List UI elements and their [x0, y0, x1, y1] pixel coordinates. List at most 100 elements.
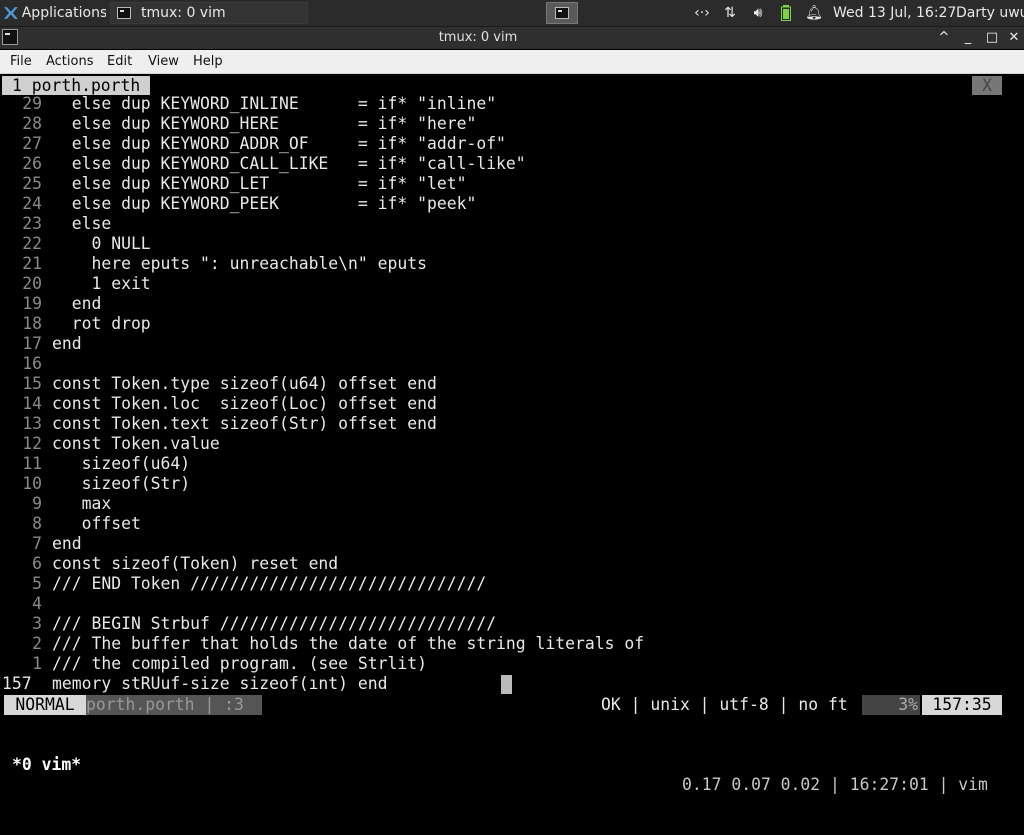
code-line[interactable]: 28 else dup KEYWORD_HERE = if* "here" — [0, 114, 476, 134]
code-line[interactable]: 3 /// BEGIN Strbuf //////////////////////… — [0, 614, 496, 634]
line-number: 9 — [32, 494, 42, 513]
statusline-percent: 3% — [862, 695, 920, 715]
menu-actions[interactable]: Actions — [46, 54, 94, 69]
code-line[interactable]: 8 offset — [0, 514, 141, 534]
line-code: memory stRUuf-size sizeof(ınt) end — [52, 674, 388, 693]
line-number: 19 — [22, 294, 42, 313]
line-number: 17 — [22, 334, 42, 353]
applications-label: Applications — [21, 5, 106, 21]
code-line[interactable]: 18 rot drop — [0, 314, 151, 334]
minimize-button[interactable]: _ — [960, 29, 976, 47]
code-line[interactable]: 12 const Token.value — [0, 434, 220, 454]
clock[interactable]: Wed 13 Jul, 16:27 — [833, 0, 956, 26]
line-number: 16 — [22, 354, 42, 373]
code-line[interactable]: 16 — [0, 354, 52, 374]
network-arrows-icon[interactable]: ‹·› — [694, 5, 710, 21]
line-code: sizeof(Str) — [52, 474, 191, 493]
line-number: 7 — [32, 534, 42, 553]
line-code: end — [52, 334, 82, 353]
code-line[interactable]: 19 end — [0, 294, 101, 314]
statusline-file-segment: porth.porth | :3 — [86, 695, 262, 715]
applications-menu-button[interactable]: Applications — [0, 0, 106, 26]
code-line[interactable]: 11 sizeof(u64) — [0, 454, 190, 474]
code-line[interactable]: 5 /// END Token /////////////////////////… — [0, 574, 486, 594]
line-number: 14 — [22, 394, 42, 413]
code-line[interactable]: 7 end — [0, 534, 81, 554]
code-line[interactable]: 23 else — [0, 214, 111, 234]
menu-view[interactable]: View — [148, 54, 179, 69]
line-code: max — [52, 494, 112, 513]
top-panel: Applications tmux: 0 vim ‹·› ⇅ 🔊︎ 🔔︎ Wed… — [0, 0, 1024, 27]
window-title: tmux: 0 vim — [438, 30, 518, 45]
code-line[interactable]: 4 — [0, 594, 52, 614]
text-cursor — [501, 675, 512, 694]
tmux-window-tab[interactable]: *0 vim* — [12, 755, 81, 775]
taskbar-item-label: tmux: 0 vim — [141, 5, 226, 21]
menu-help[interactable]: Help — [193, 54, 223, 69]
vim-tab-porth[interactable]: 1 porth.porth — [2, 76, 151, 95]
line-code: const Token.type sizeof(u64) offset end — [52, 374, 437, 393]
volume-icon[interactable]: 🔊︎ — [750, 5, 766, 21]
line-number: 21 — [22, 254, 42, 273]
code-line[interactable]: 14 const Token.loc sizeof(Loc) offset end — [0, 394, 437, 414]
notification-bell-icon[interactable]: 🔔︎ — [805, 5, 823, 21]
tmux-status-right: 0.17 0.07 0.02 | 16:27:01 | vim — [682, 775, 988, 794]
line-code: else — [52, 214, 112, 233]
line-number: 3 — [32, 614, 42, 633]
code-line[interactable]: 1 /// the compiled program. (see Strlit) — [0, 654, 427, 674]
line-code: else dup KEYWORD_ADDR_OF = if* "addr-of" — [52, 134, 506, 153]
line-number: 29 — [22, 94, 42, 113]
system-tray: ‹·› ⇅ 🔊︎ 🔔︎ — [694, 0, 823, 26]
code-line[interactable]: 24 else dup KEYWORD_PEEK = if* "peek" — [0, 194, 476, 214]
line-code: const Token.loc sizeof(Loc) offset end — [52, 394, 437, 413]
line-number: 22 — [22, 234, 42, 253]
window-titlebar[interactable]: tmux: 0 vim ^ _ □ ✕ — [0, 27, 1024, 49]
code-line[interactable]: 25 else dup KEYWORD_LET = if* "let" — [0, 174, 466, 194]
menu-file[interactable]: File — [10, 54, 32, 69]
code-line[interactable]: 17 end — [0, 334, 82, 354]
code-line[interactable]: 9 max — [0, 494, 111, 514]
terminal-area[interactable]: 1 porth.porth X 29 else dup KEYWORD_INLI… — [0, 74, 1024, 794]
line-number: 2 — [32, 634, 42, 653]
battery-icon[interactable] — [778, 5, 794, 21]
maximize-button[interactable]: □ — [984, 29, 1000, 47]
code-line[interactable]: 27 else dup KEYWORD_ADDR_OF = if* "addr-… — [0, 134, 506, 154]
code-line[interactable]: 20 1 exit — [0, 274, 151, 294]
statusline-filename: porth.porth — [86, 695, 195, 714]
line-code: /// The buffer that holds the date of th… — [52, 634, 645, 653]
taskbar-item-tmux[interactable]: tmux: 0 vim — [110, 2, 308, 24]
vim-statusline: NORMAL porth.porth | :3 OK | unix | utf-… — [0, 695, 1024, 715]
code-line[interactable]: 29 else dup KEYWORD_INLINE = if* "inline… — [0, 94, 496, 114]
user-menu[interactable]: Darty uwu — [956, 0, 1024, 26]
line-number: 23 — [22, 214, 42, 233]
line-code: rot drop — [52, 314, 151, 333]
line-code: 0 NULL — [52, 234, 151, 253]
code-line[interactable]: 6 const sizeof(Token) reset end — [0, 554, 338, 574]
line-number: 4 — [32, 594, 42, 613]
menu-edit[interactable]: Edit — [107, 54, 132, 69]
line-code: else dup KEYWORD_INLINE = if* "inline" — [52, 94, 497, 113]
code-line[interactable]: 13 const Token.text sizeof(Str) offset en… — [0, 414, 437, 434]
code-line[interactable]: 15 const Token.type sizeof(u64) offset en… — [0, 374, 437, 394]
line-code: const sizeof(Token) reset end — [52, 554, 339, 573]
workspace-terminal-button[interactable] — [546, 2, 578, 24]
code-line[interactable]: 10 sizeof(Str) — [0, 474, 190, 494]
close-button[interactable]: ✕ — [1006, 29, 1022, 47]
terminal-icon — [117, 7, 131, 19]
line-number: 28 — [22, 114, 42, 133]
statusline-fileinfo: OK | unix | utf-8 | no ft — [601, 695, 848, 714]
roll-up-button[interactable]: ^ — [936, 29, 952, 47]
vim-tab-close[interactable]: X — [972, 76, 1002, 95]
line-number: 27 — [22, 134, 42, 153]
code-line[interactable]: 26 else dup KEYWORD_CALL_LIKE = if* "cal… — [0, 154, 525, 174]
code-line[interactable]: 21 here eputs ": unreachable\n" eputs — [0, 254, 427, 274]
line-code: else dup KEYWORD_HERE = if* "here" — [52, 114, 477, 133]
code-line[interactable]: 157 memory stRUuf-size sizeof(ınt) end — [0, 674, 388, 694]
line-number: 12 — [22, 434, 42, 453]
updown-transfer-icon[interactable]: ⇅ — [722, 5, 738, 21]
line-code: sizeof(u64) — [52, 454, 191, 473]
code-line[interactable]: 2 /// The buffer that holds the date of t… — [0, 634, 644, 654]
code-line[interactable]: 22 0 NULL — [0, 234, 151, 254]
line-code: 1 exit — [52, 274, 151, 293]
line-number: 18 — [22, 314, 42, 333]
